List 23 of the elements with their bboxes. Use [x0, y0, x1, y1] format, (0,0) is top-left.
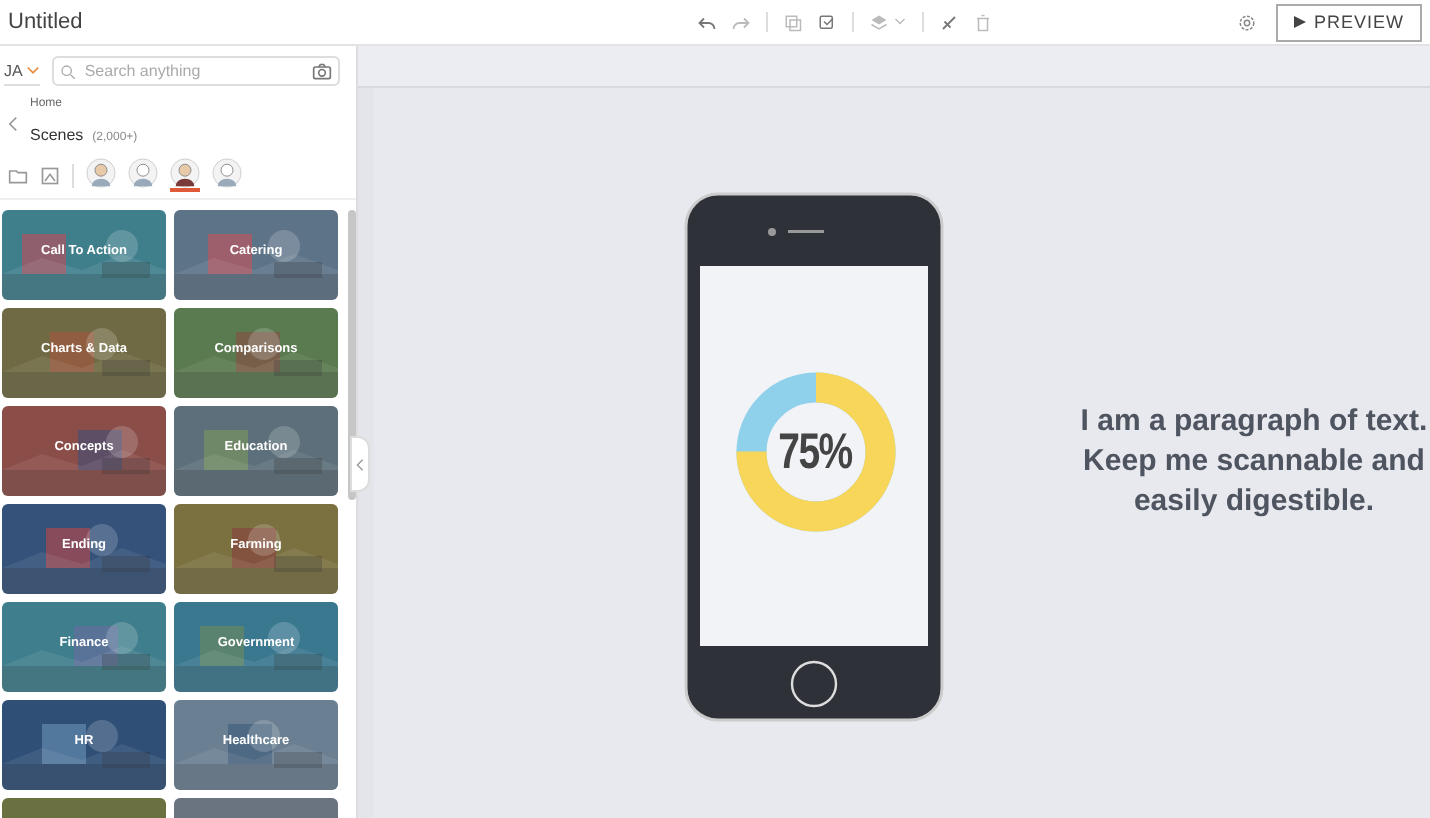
- caret-icon[interactable]: [894, 16, 906, 28]
- language-dropdown[interactable]: JA: [4, 57, 41, 85]
- undo-icon[interactable]: [698, 13, 716, 31]
- settings-icon[interactable]: [1237, 13, 1256, 31]
- image-icon[interactable]: [40, 165, 60, 185]
- redo-icon[interactable]: [732, 13, 750, 31]
- back-icon[interactable]: [8, 116, 18, 132]
- caret-icon: [26, 63, 41, 77]
- camera-icon[interactable]: [312, 61, 332, 81]
- section-heading: Scenes: [30, 126, 84, 144]
- preview-button[interactable]: PREVIEW: [1275, 3, 1422, 41]
- paragraph-text: I am a paragraph of text. Keep me scannable and easily digestible.: [1078, 402, 1430, 522]
- folder-icon[interactable]: [8, 165, 28, 185]
- document-title[interactable]: Untitled: [0, 10, 698, 34]
- collapse-handle[interactable]: [350, 436, 370, 492]
- percentage-label: 75%: [779, 423, 853, 481]
- play-icon: [1293, 16, 1306, 28]
- layers-icon[interactable]: [870, 13, 888, 31]
- trash-icon[interactable]: [974, 13, 992, 31]
- search-field[interactable]: Search anything: [52, 56, 340, 86]
- duplicate-icon[interactable]: [818, 13, 836, 31]
- character-avatar[interactable]: [170, 158, 200, 192]
- copy-icon[interactable]: [784, 13, 802, 31]
